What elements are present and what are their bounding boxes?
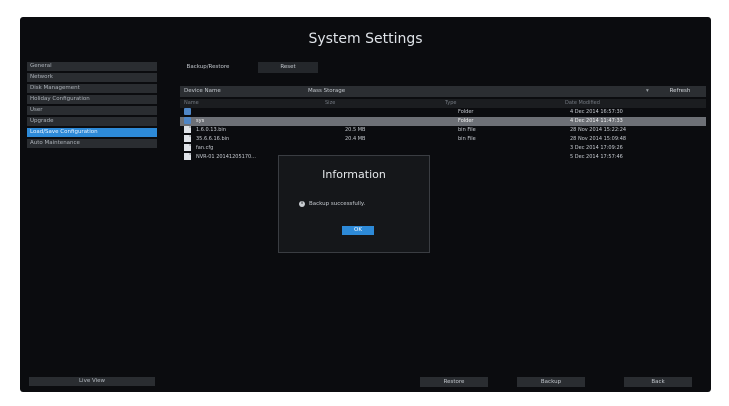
sidebar-item-network[interactable]: Network	[27, 73, 157, 82]
chevron-down-icon[interactable]: ▾	[646, 86, 649, 97]
file-date: 28 Nov 2014 15:22:24	[570, 127, 627, 133]
device-name-value[interactable]: Mass Storage	[308, 86, 345, 97]
sidebar-item-general[interactable]: General	[27, 62, 157, 71]
file-date: 3 Dec 2014 17:09:26	[570, 145, 623, 151]
file-date: 5 Dec 2014 17:57:46	[570, 154, 623, 160]
file-name: fan.cfg	[196, 145, 214, 151]
sidebar: General Network Disk Management Holiday …	[27, 62, 157, 150]
file-size: 20.5 MB	[345, 127, 366, 133]
file-date: 4 Dec 2014 11:47:33	[570, 118, 623, 124]
main-panel: Backup/Restore Reset Device Name Mass St…	[170, 62, 706, 372]
file-name: sys	[196, 118, 205, 124]
sidebar-item-load-save-configuration[interactable]: Load/Save Configuration	[27, 128, 157, 137]
refresh-button[interactable]: Refresh	[656, 86, 704, 97]
restore-button[interactable]: Restore	[420, 377, 488, 387]
device-name-label: Device Name	[184, 88, 221, 94]
information-dialog: Information i Backup successfully. OK	[278, 155, 430, 253]
file-name: 35.6.6.16.bin	[196, 136, 230, 142]
column-header-size[interactable]: Size	[325, 99, 335, 108]
file-type: Folder	[458, 118, 474, 124]
file-icon	[184, 126, 191, 133]
file-name: NVR-01 20141205170...	[196, 154, 256, 160]
table-row[interactable]: 35.6.6.16.bin 20.4 MB bin File 28 Nov 20…	[180, 135, 706, 144]
table-row[interactable]: fan.cfg 3 Dec 2014 17:09:26	[180, 144, 706, 153]
column-header-type[interactable]: Type	[445, 99, 456, 108]
table-header: Name Size Type Date Modified	[180, 99, 706, 108]
file-date: 4 Dec 2014 16:57:30	[570, 109, 623, 115]
file-type: Folder	[458, 109, 474, 115]
file-type: bin File	[458, 136, 476, 142]
table-row[interactable]: NVR-01 20141205170... 5 Dec 2014 17:57:4…	[180, 153, 706, 162]
tab-reset[interactable]: Reset	[258, 62, 318, 73]
sidebar-item-user[interactable]: User	[27, 106, 157, 115]
column-header-date[interactable]: Date Modified	[565, 99, 600, 108]
sidebar-item-disk-management[interactable]: Disk Management	[27, 84, 157, 93]
system-settings-window: System Settings General Network Disk Man…	[20, 17, 711, 392]
tab-backup-restore[interactable]: Backup/Restore	[178, 62, 238, 73]
file-date: 28 Nov 2014 15:09:48	[570, 136, 627, 142]
backup-button[interactable]: Backup	[517, 377, 585, 387]
sidebar-item-holiday-configuration[interactable]: Holiday Configuration	[27, 95, 157, 104]
dialog-title: Information	[322, 168, 386, 181]
table-row[interactable]: sys Folder 4 Dec 2014 11:47:33	[180, 117, 706, 126]
folder-icon	[184, 117, 191, 124]
dialog-message: Backup successfully.	[309, 201, 366, 207]
file-type: bin File	[458, 127, 476, 133]
sidebar-item-upgrade[interactable]: Upgrade	[27, 117, 157, 126]
table-row[interactable]: Folder 4 Dec 2014 16:57:30	[180, 108, 706, 117]
device-selector[interactable]: Device Name Mass Storage ▾ Refresh	[180, 86, 706, 97]
ok-button[interactable]: OK	[342, 226, 374, 235]
folder-icon	[184, 108, 191, 115]
info-icon: i	[299, 201, 305, 207]
column-header-name[interactable]: Name	[184, 99, 199, 108]
file-icon	[184, 153, 191, 160]
table-row[interactable]: 1.6.0.13.bin 20.5 MB bin File 28 Nov 201…	[180, 126, 706, 135]
file-table: Name Size Type Date Modified Folder 4 De…	[180, 99, 706, 162]
live-view-button[interactable]: Live View	[29, 377, 155, 386]
file-icon	[184, 144, 191, 151]
file-size: 20.4 MB	[345, 136, 366, 142]
file-name: 1.6.0.13.bin	[196, 127, 226, 133]
page-title: System Settings	[308, 31, 423, 47]
back-button[interactable]: Back	[624, 377, 692, 387]
sidebar-item-auto-maintenance[interactable]: Auto Maintenance	[27, 139, 157, 148]
file-icon	[184, 135, 191, 142]
